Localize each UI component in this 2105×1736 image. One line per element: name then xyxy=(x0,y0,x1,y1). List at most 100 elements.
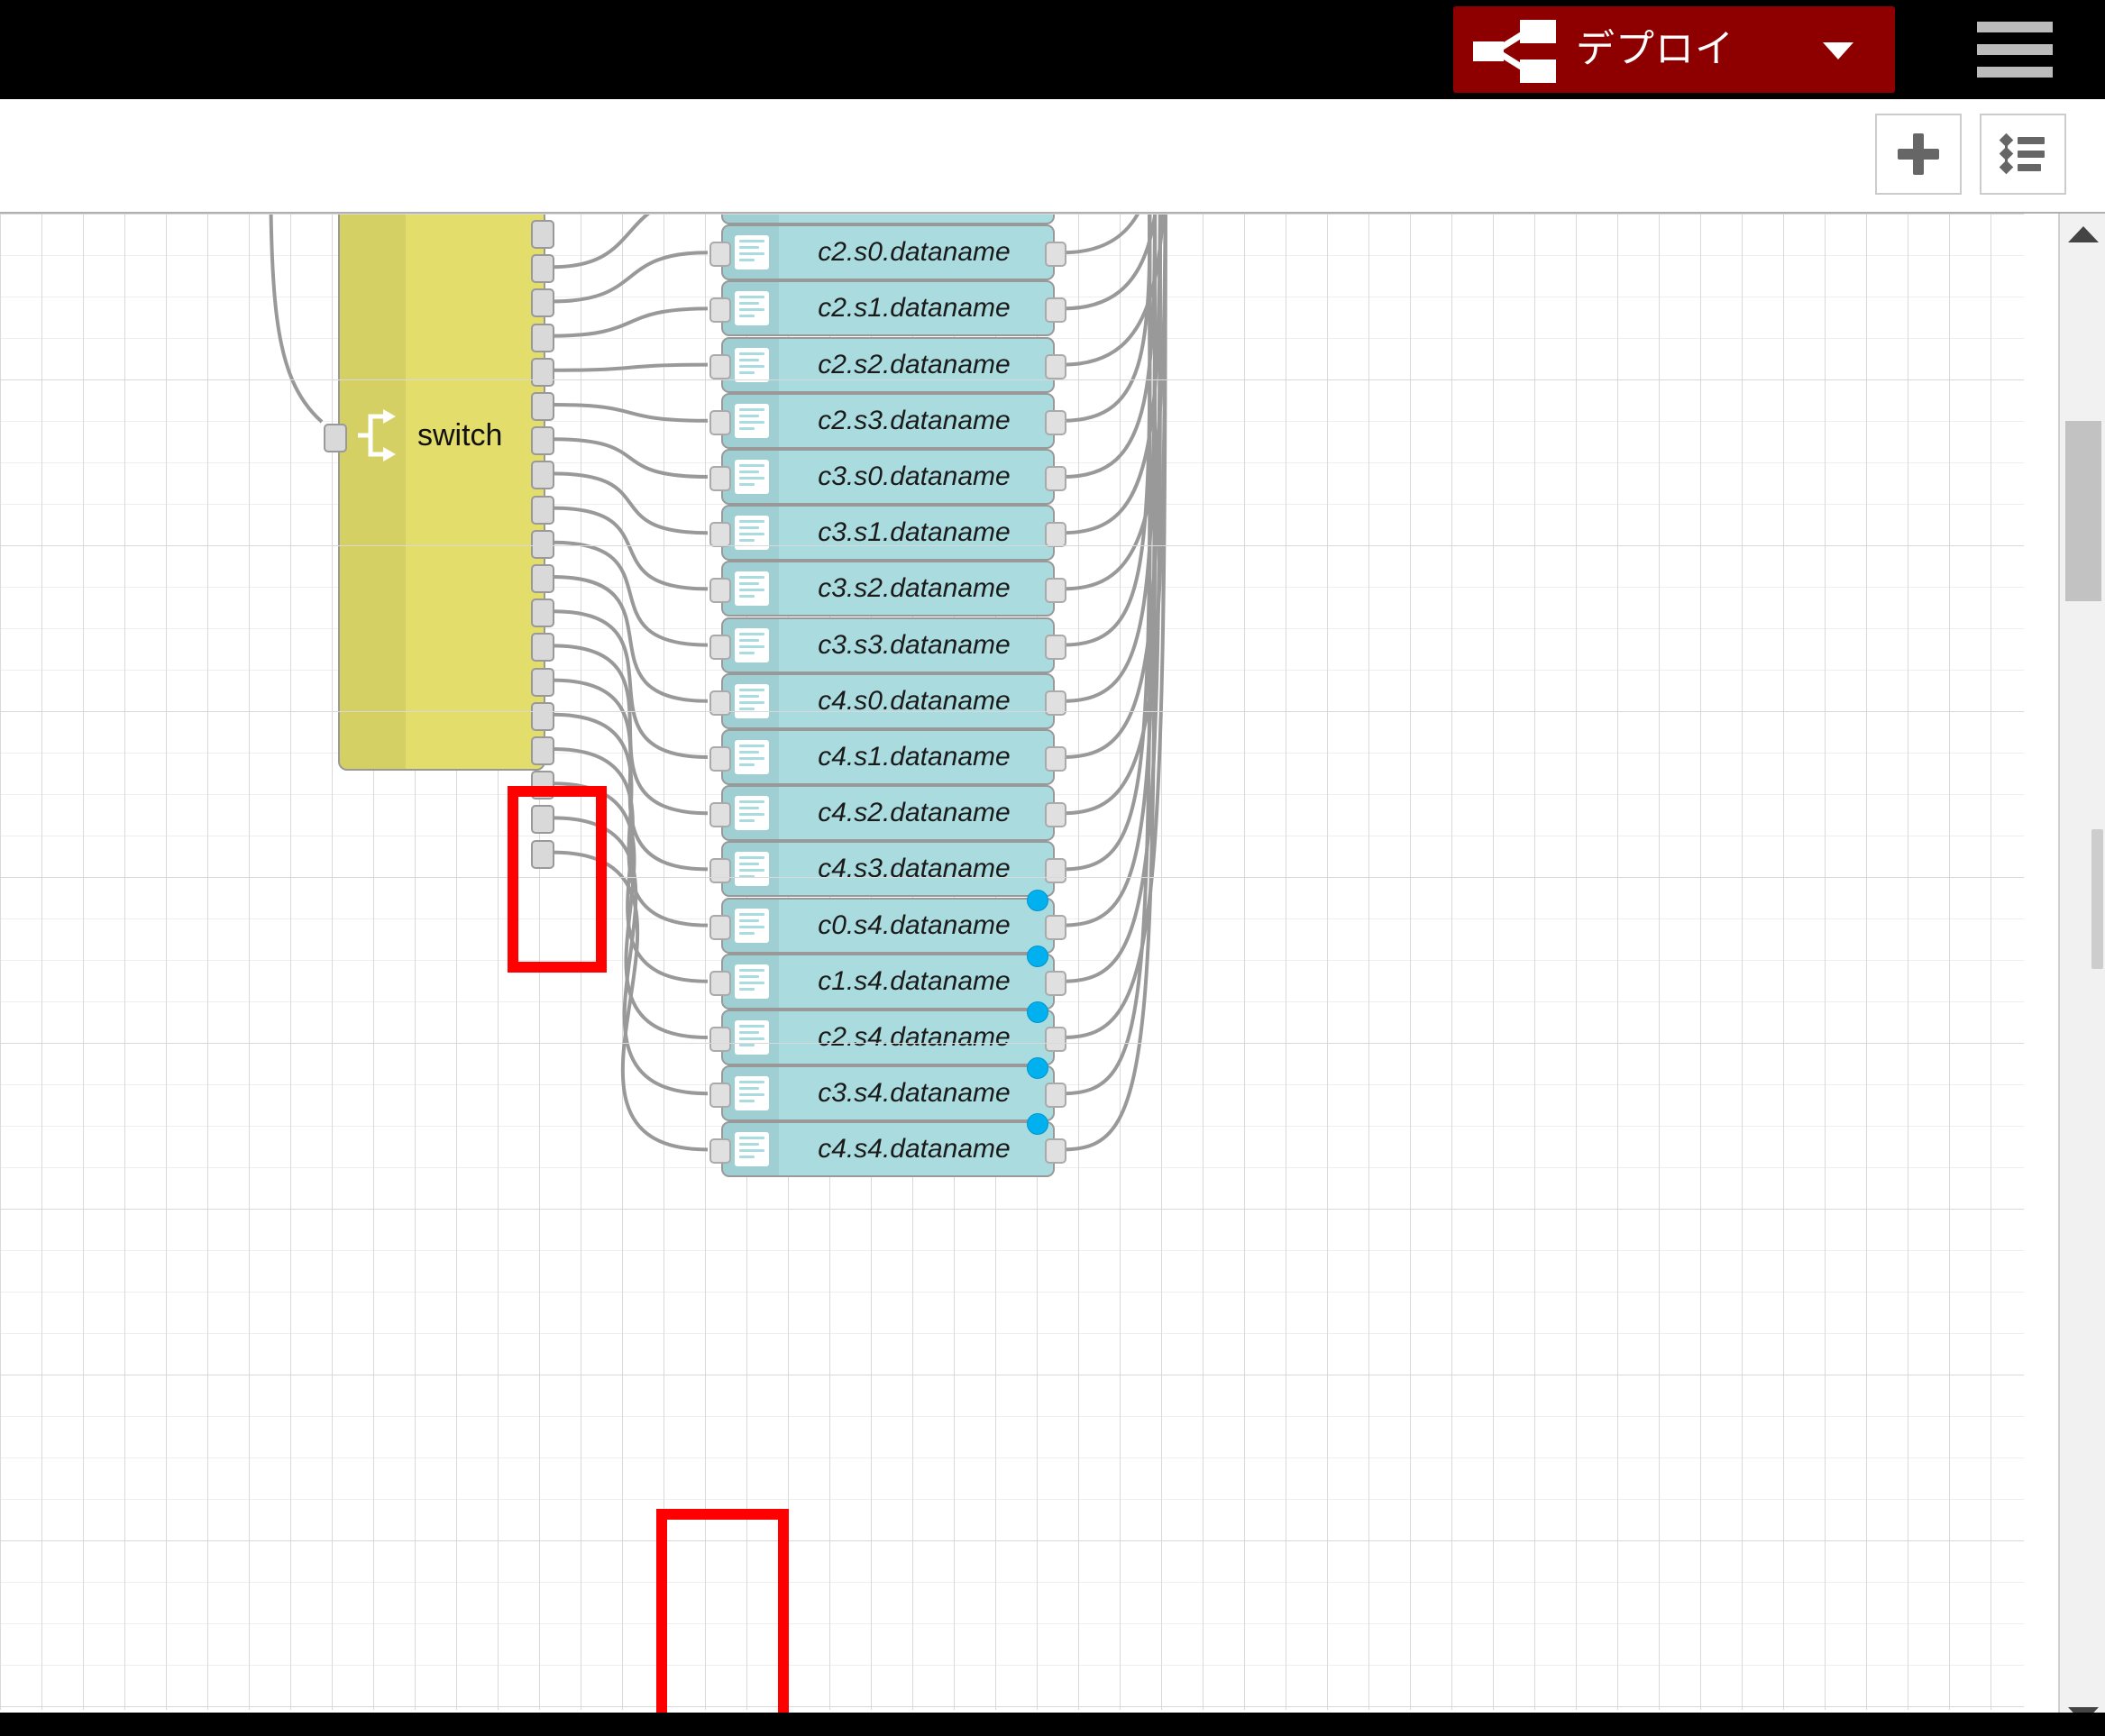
switch-input-port[interactable] xyxy=(324,424,347,452)
data-node-input-port[interactable] xyxy=(709,914,731,940)
data-node-output-port[interactable] xyxy=(1045,634,1066,660)
vertical-scrollbar-thumb[interactable] xyxy=(2065,421,2101,601)
data-node-output-port[interactable] xyxy=(1045,690,1066,716)
data-node-input-port[interactable] xyxy=(709,466,731,491)
flow-tab-bar xyxy=(0,99,2105,214)
data-node[interactable]: c1.s3.dataname xyxy=(721,214,1055,224)
file-lines-icon xyxy=(735,460,769,494)
data-node-input-port[interactable] xyxy=(709,970,731,996)
switch-output-port-18[interactable] xyxy=(531,839,554,869)
data-node-input-port[interactable] xyxy=(709,690,731,716)
switch-output-port-8[interactable] xyxy=(531,495,554,525)
data-node-output-port[interactable] xyxy=(1045,466,1066,491)
switch-output-port-1[interactable] xyxy=(531,254,554,284)
data-node-output-port[interactable] xyxy=(1045,1138,1066,1165)
data-node-input-port[interactable] xyxy=(709,522,731,548)
flow-canvas[interactable]: switch c1.s3.dataname c2.s0.dataname c2.s1… xyxy=(0,214,2024,1710)
data-node-input-port[interactable] xyxy=(709,297,731,324)
chevron-down-icon[interactable] xyxy=(1823,42,1853,59)
switch-output-port-0[interactable] xyxy=(531,220,554,249)
data-node-input-port[interactable] xyxy=(709,1083,731,1109)
data-node[interactable]: c2.s4.dataname xyxy=(709,1001,1066,1065)
data-node-output-port[interactable] xyxy=(1045,914,1066,940)
node-status-dot xyxy=(1027,889,1048,911)
data-node-output-port[interactable] xyxy=(1045,1083,1066,1109)
data-node[interactable]: c4.s4.dataname xyxy=(709,1113,1066,1178)
window-bottom-edge xyxy=(0,1713,2105,1736)
data-node-output-port[interactable] xyxy=(1045,1027,1066,1052)
switch-output-port-2[interactable] xyxy=(531,288,554,318)
file-lines-icon xyxy=(735,291,769,326)
data-node-input-port[interactable] xyxy=(709,1027,731,1052)
switch-output-port-4[interactable] xyxy=(531,357,554,387)
data-node[interactable]: c3.s0.dataname xyxy=(709,449,1066,505)
file-lines-icon xyxy=(735,1132,769,1167)
flow-list-button[interactable] xyxy=(1980,114,2066,195)
data-node-label: c0.s4.dataname xyxy=(818,909,1011,940)
data-node-input-port[interactable] xyxy=(709,578,731,604)
data-node-output-port[interactable] xyxy=(1045,297,1066,324)
data-node-input-port[interactable] xyxy=(709,746,731,772)
switch-output-port-11[interactable] xyxy=(531,598,554,628)
page-scrollbar-thumb[interactable] xyxy=(2091,829,2103,969)
data-node-label: c4.s1.dataname xyxy=(818,742,1011,772)
data-node-input-port[interactable] xyxy=(709,409,731,435)
data-node[interactable]: c3.s1.dataname xyxy=(709,505,1066,562)
data-node-output-port[interactable] xyxy=(1045,578,1066,604)
file-lines-icon xyxy=(735,683,769,718)
hamburger-menu-icon[interactable] xyxy=(1970,20,2060,79)
scroll-up-button[interactable] xyxy=(2060,214,2105,255)
add-flow-tab-button[interactable] xyxy=(1875,114,1962,195)
switch-output-port-7[interactable] xyxy=(531,461,554,490)
file-lines-icon xyxy=(735,347,769,382)
switch-output-port-12[interactable] xyxy=(531,633,554,662)
switch-output-port-17[interactable] xyxy=(531,805,554,835)
data-node-output-port[interactable] xyxy=(1045,409,1066,435)
deploy-button-label: デプロイ xyxy=(1576,28,1734,71)
data-node[interactable]: c4.s2.dataname xyxy=(709,785,1066,842)
file-lines-icon xyxy=(735,740,769,774)
data-node[interactable]: c1.s4.dataname xyxy=(709,945,1066,1010)
canvas-vertical-scrollbar[interactable] xyxy=(2058,214,2105,1736)
data-node-output-port[interactable] xyxy=(1045,353,1066,379)
data-node-input-port[interactable] xyxy=(709,802,731,828)
deploy-button[interactable]: デプロイ xyxy=(1453,6,1895,93)
data-node[interactable]: c2.s2.dataname xyxy=(709,336,1066,393)
data-node-input-port[interactable] xyxy=(709,1138,731,1165)
data-node-input-port[interactable] xyxy=(709,353,731,379)
switch-output-port-14[interactable] xyxy=(531,701,554,731)
data-node[interactable]: c3.s2.dataname xyxy=(709,561,1066,617)
switch-output-port-15[interactable] xyxy=(531,736,554,765)
data-node[interactable]: c4.s1.dataname xyxy=(709,729,1066,785)
switch-output-port-10[interactable] xyxy=(531,564,554,593)
data-node-output-port[interactable] xyxy=(1045,970,1066,996)
data-node-input-port[interactable] xyxy=(709,858,731,884)
data-node[interactable]: c4.s3.dataname xyxy=(709,841,1066,898)
data-node-output-port[interactable] xyxy=(1045,242,1066,268)
data-node-output-port[interactable] xyxy=(1045,802,1066,828)
data-node-label: c2.s3.dataname xyxy=(818,405,1011,435)
data-node[interactable]: c2.s0.dataname xyxy=(709,224,1066,281)
switch-output-port-13[interactable] xyxy=(531,667,554,697)
data-node-output-port[interactable] xyxy=(1045,522,1066,548)
data-node[interactable]: c3.s4.dataname xyxy=(709,1057,1066,1122)
file-lines-icon xyxy=(735,403,769,438)
switch-output-port-5[interactable] xyxy=(531,392,554,421)
data-node[interactable]: c2.s1.dataname xyxy=(709,280,1066,337)
data-node-output-port[interactable] xyxy=(1045,746,1066,772)
flow-canvas-viewport[interactable]: switch c1.s3.dataname c2.s0.dataname c2.s1… xyxy=(0,214,2105,1736)
data-node-label: c1.s4.dataname xyxy=(818,965,1011,996)
data-node[interactable]: c0.s4.dataname xyxy=(709,889,1066,954)
switch-output-port-3[interactable] xyxy=(531,323,554,352)
switch-node[interactable]: switch xyxy=(324,214,554,869)
data-node[interactable]: c2.s3.dataname xyxy=(709,392,1066,449)
data-node-input-port[interactable] xyxy=(709,634,731,660)
switch-output-port-16[interactable] xyxy=(531,771,554,800)
data-node-input-port[interactable] xyxy=(709,242,731,268)
switch-output-port-9[interactable] xyxy=(531,529,554,559)
data-node-output-port[interactable] xyxy=(1045,858,1066,884)
data-node-label: c3.s1.dataname xyxy=(818,517,1011,548)
data-node[interactable]: c4.s0.dataname xyxy=(709,672,1066,729)
switch-output-port-6[interactable] xyxy=(531,426,554,456)
data-node[interactable]: c3.s3.dataname xyxy=(709,617,1066,673)
